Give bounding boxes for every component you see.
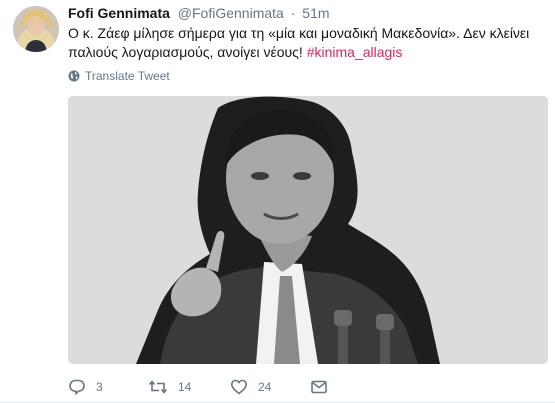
tweet-text: Ο κ. Ζάεφ μίλησε σήμερα για τη «μία και … — [68, 24, 538, 62]
like-button[interactable]: 24 — [230, 378, 274, 396]
avatar-image — [13, 6, 59, 52]
photo-image — [68, 96, 548, 364]
direct-message-button[interactable] — [310, 378, 328, 396]
like-count: 24 — [258, 380, 272, 394]
retweet-button[interactable]: 14 — [148, 378, 194, 396]
tweet-card: Fofi Gennimata @FofiGennimata · 51m Ο κ.… — [0, 0, 555, 403]
tweet-actions: 3 14 24 — [68, 376, 364, 398]
tweet-header: Fofi Gennimata @FofiGennimata · 51m — [68, 4, 330, 22]
heart-icon — [231, 379, 247, 395]
translate-label: Translate Tweet — [85, 69, 170, 83]
reply-button[interactable]: 3 — [68, 378, 112, 396]
retweet-icon — [148, 380, 168, 394]
globe-icon — [68, 70, 80, 82]
retweet-count: 14 — [178, 380, 192, 394]
tweet-media-photo[interactable] — [68, 96, 548, 364]
tweet-timestamp[interactable]: 51m — [302, 5, 329, 21]
hashtag-link[interactable]: #kinima_allagis — [307, 44, 403, 60]
header-separator: · — [290, 5, 296, 21]
reply-icon — [69, 379, 85, 395]
display-name[interactable]: Fofi Gennimata — [68, 5, 170, 21]
avatar[interactable] — [13, 6, 59, 52]
reply-count: 3 — [96, 380, 103, 394]
direct-message-icon — [311, 380, 327, 394]
tweet-body-text: Ο κ. Ζάεφ μίλησε σήμερα για τη «μία και … — [68, 25, 530, 60]
user-handle[interactable]: @FofiGennimata — [178, 5, 284, 21]
translate-tweet-link[interactable]: Translate Tweet — [68, 69, 170, 83]
